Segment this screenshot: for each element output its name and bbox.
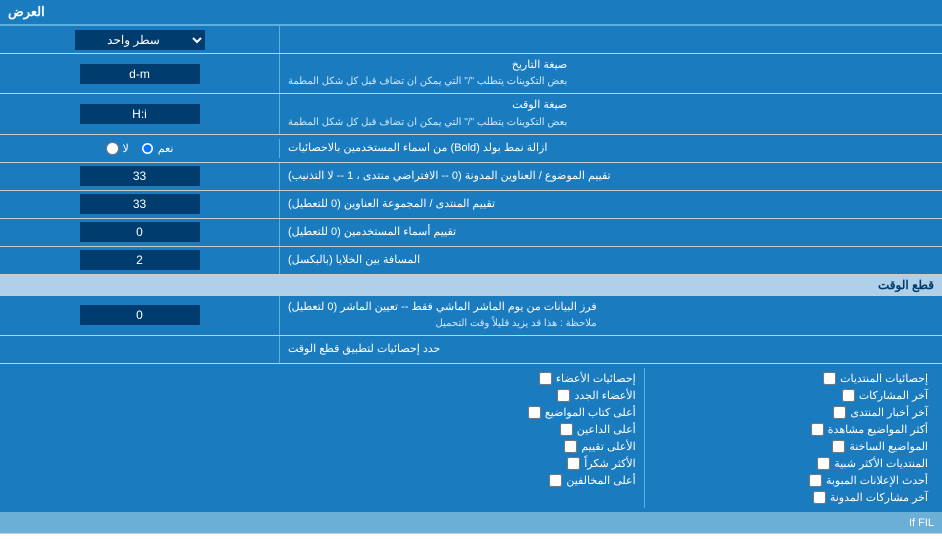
- check-item[interactable]: أعلى المخالفين: [360, 474, 635, 487]
- bold-remove-radios[interactable]: نعم لا: [0, 139, 280, 158]
- check-col-forum: إحصائيات المنتديات آخر المشاركات آخر أخب…: [645, 368, 936, 508]
- gap-label: المسافة بين الخلايا (بالبكسل): [280, 247, 942, 274]
- bold-remove-label: ازالة نمط بولد (Bold) من اسماء المستخدمي…: [280, 137, 942, 160]
- check-most-thanked[interactable]: [567, 457, 580, 470]
- time-format-field[interactable]: H:i: [80, 104, 200, 124]
- time-row-label: فرز البيانات من يوم الماشر الماشي فقط --…: [280, 296, 942, 335]
- time-row-input[interactable]: 0: [0, 296, 280, 335]
- radio-yes[interactable]: [141, 142, 154, 155]
- check-last-posts[interactable]: [842, 389, 855, 402]
- main-container: العرض سطر واحد صيغة التاريخ بعض التكوينا…: [0, 0, 942, 534]
- checkboxes-container: إحصائيات المنتديات آخر المشاركات آخر أخب…: [0, 364, 942, 512]
- radio-yes-label[interactable]: نعم: [141, 142, 174, 155]
- check-blog-posts[interactable]: [813, 491, 826, 504]
- check-item[interactable]: إحصائيات الأعضاء: [360, 372, 635, 385]
- radio-no[interactable]: [106, 142, 119, 155]
- check-item[interactable]: الأعلى تقييم: [360, 440, 635, 453]
- username-sort-label: تقييم أسماء المستخدمين (0 للتعطيل): [280, 219, 942, 246]
- check-new-members[interactable]: [557, 389, 570, 402]
- date-format-row: صيغة التاريخ بعض التكوينات يتطلب "/" الت…: [0, 54, 942, 94]
- time-format-row: صيغة الوقت بعض التكوينات يتطلب "/" التي …: [0, 94, 942, 134]
- filter-row: If FIL: [0, 512, 942, 534]
- check-item[interactable]: الأكثر شكراً: [360, 457, 635, 470]
- time-section-header: قطع الوقت: [0, 275, 942, 296]
- display-row: سطر واحد: [0, 26, 942, 54]
- username-sort-input[interactable]: 0: [0, 219, 280, 246]
- check-item[interactable]: أعلى الداعين: [360, 423, 635, 436]
- check-item[interactable]: إحصائيات المنتديات: [653, 372, 928, 385]
- time-format-input[interactable]: H:i: [0, 94, 280, 133]
- check-popular-forums[interactable]: [817, 457, 830, 470]
- check-item[interactable]: المواضيع الساخنة: [653, 440, 928, 453]
- check-item[interactable]: أحدث الإعلانات المبوبة: [653, 474, 928, 487]
- check-most-viewed[interactable]: [811, 423, 824, 436]
- time-row: فرز البيانات من يوم الماشر الماشي فقط --…: [0, 296, 942, 336]
- time-row-field[interactable]: 0: [80, 305, 200, 325]
- check-item[interactable]: أعلى كتاب المواضيع: [360, 406, 635, 419]
- display-select[interactable]: سطر واحد: [75, 30, 205, 50]
- forum-sort-field[interactable]: 33: [80, 194, 200, 214]
- check-item[interactable]: المنتديات الأكثر شبية: [653, 457, 928, 470]
- check-top-inviters[interactable]: [560, 423, 573, 436]
- topic-sort-field[interactable]: 33: [80, 166, 200, 186]
- check-latest-ads[interactable]: [809, 474, 822, 487]
- check-col-members: إحصائيات الأعضاء الأعضاء الجدد أعلى كتاب…: [352, 368, 644, 508]
- check-item[interactable]: أكثر المواضيع مشاهدة: [653, 423, 928, 436]
- check-col-empty: [6, 368, 352, 508]
- topic-sort-label: تقييم الموضوع / العناوين المدونة (0 -- ا…: [280, 163, 942, 190]
- check-item[interactable]: آخر المشاركات: [653, 389, 928, 402]
- topic-sort-input[interactable]: 33: [0, 163, 280, 190]
- forum-sort-label: تقييم المنتدى / المجموعة العناوين (0 للت…: [280, 191, 942, 218]
- check-member-stats[interactable]: [539, 372, 552, 385]
- filter-text: If FIL: [909, 517, 934, 529]
- display-label: [280, 26, 942, 53]
- gap-row: المسافة بين الخلايا (بالبكسل) 2: [0, 247, 942, 275]
- date-format-input[interactable]: d-m: [0, 54, 280, 93]
- check-item[interactable]: آخر أخبار المنتدى: [653, 406, 928, 419]
- date-format-field[interactable]: d-m: [80, 64, 200, 84]
- check-forum-news[interactable]: [833, 406, 846, 419]
- gap-input[interactable]: 2: [0, 247, 280, 274]
- date-format-label: صيغة التاريخ بعض التكوينات يتطلب "/" الت…: [280, 54, 942, 93]
- check-item[interactable]: الأعضاء الجدد: [360, 389, 635, 402]
- stats-header-row: حدد إحصائيات لتطبيق قطع الوقت: [0, 336, 942, 364]
- forum-sort-row: تقييم المنتدى / المجموعة العناوين (0 للت…: [0, 191, 942, 219]
- stats-header-label: حدد إحصائيات لتطبيق قطع الوقت: [280, 336, 942, 363]
- forum-sort-input[interactable]: 33: [0, 191, 280, 218]
- username-sort-row: تقييم أسماء المستخدمين (0 للتعطيل) 0: [0, 219, 942, 247]
- check-top-violators[interactable]: [549, 474, 562, 487]
- check-top-rated[interactable]: [564, 440, 577, 453]
- stats-header-input-area: [0, 336, 280, 363]
- bold-remove-row: ازالة نمط بولد (Bold) من اسماء المستخدمي…: [0, 135, 942, 163]
- check-forum-stats[interactable]: [823, 372, 836, 385]
- display-input[interactable]: سطر واحد: [0, 26, 280, 53]
- time-format-label: صيغة الوقت بعض التكوينات يتطلب "/" التي …: [280, 94, 942, 133]
- topic-sort-row: تقييم الموضوع / العناوين المدونة (0 -- ا…: [0, 163, 942, 191]
- check-hot-topics[interactable]: [832, 440, 845, 453]
- header-row: العرض: [0, 0, 942, 26]
- check-top-posters[interactable]: [528, 406, 541, 419]
- radio-no-label[interactable]: لا: [106, 142, 129, 155]
- username-sort-field[interactable]: 0: [80, 222, 200, 242]
- check-item[interactable]: آخر مشاركات المدونة: [653, 491, 928, 504]
- page-title: العرض: [8, 4, 45, 20]
- gap-field[interactable]: 2: [80, 250, 200, 270]
